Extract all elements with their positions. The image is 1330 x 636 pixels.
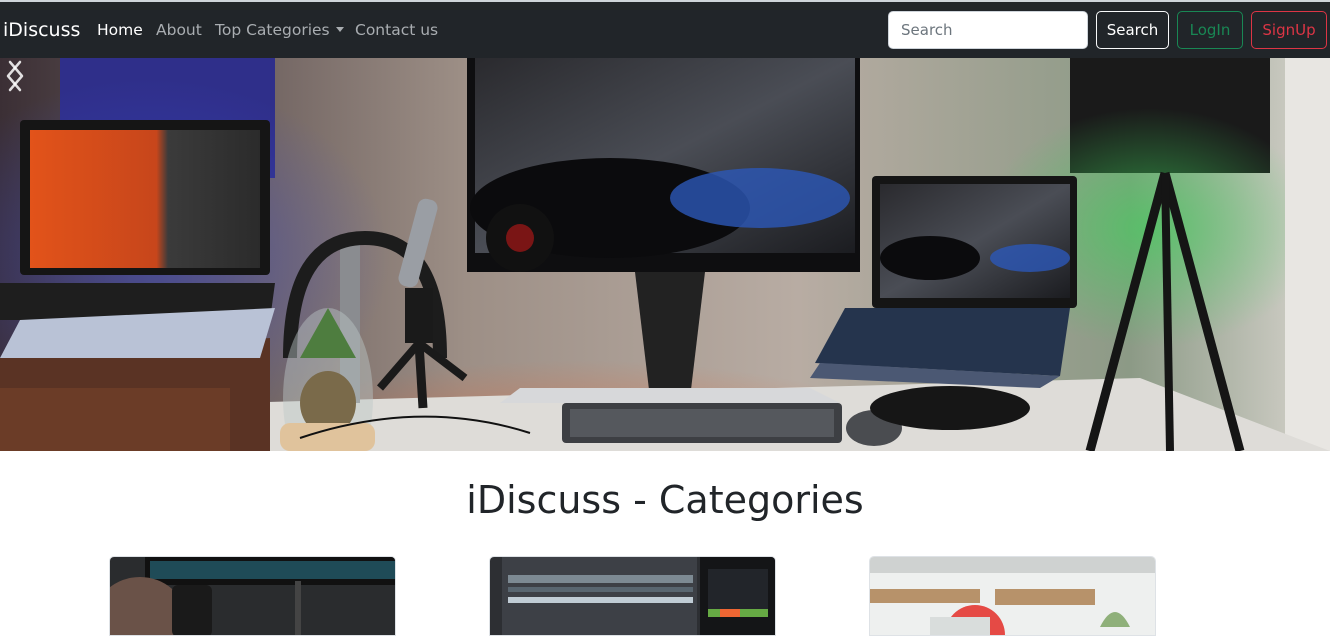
hero-carousel: [0, 58, 1330, 451]
brand-logo[interactable]: iDiscuss: [3, 19, 80, 41]
category-card-image-1: [110, 557, 395, 635]
category-card-1[interactable]: [109, 556, 396, 636]
category-card-image-3: [870, 557, 1155, 635]
signup-button[interactable]: SignUp: [1251, 11, 1327, 49]
nav-top-categories-label: Top Categories: [215, 21, 330, 39]
hero-image-desk-setup: [0, 58, 1330, 451]
nav-about[interactable]: About: [156, 21, 202, 39]
category-card-3[interactable]: [869, 556, 1156, 636]
search-button[interactable]: Search: [1096, 11, 1169, 49]
login-button[interactable]: LogIn: [1177, 11, 1243, 49]
nav-top-categories-dropdown[interactable]: Top Categories: [215, 21, 344, 39]
caret-down-icon: [335, 26, 344, 32]
nav-contact[interactable]: Contact us: [355, 21, 438, 39]
category-card-image-2: [490, 557, 775, 635]
search-input[interactable]: [888, 11, 1088, 49]
page-title: iDiscuss - Categories: [466, 478, 864, 522]
chevron-right-icon[interactable]: [0, 58, 30, 94]
navbar: iDiscuss Home About Top Categories Conta…: [0, 0, 1330, 58]
nav-home[interactable]: Home: [97, 21, 143, 39]
category-card-2[interactable]: [489, 556, 776, 636]
